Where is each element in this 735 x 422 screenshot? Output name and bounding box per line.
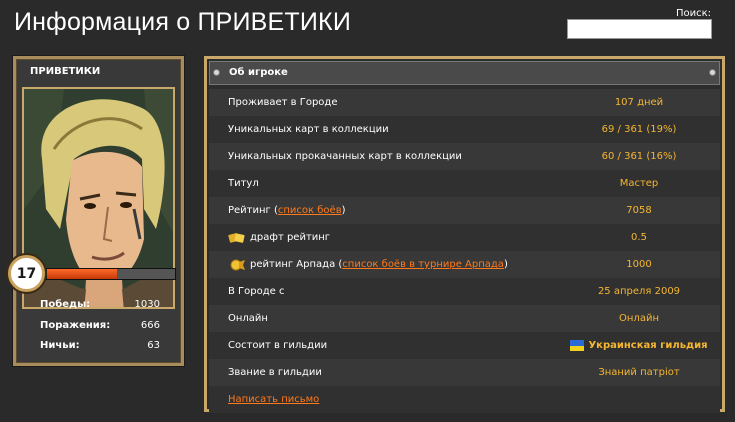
arpad-battle-list-link[interactable]: список боёв в турнире Арпада — [342, 259, 504, 270]
xp-bar-fill — [47, 269, 118, 279]
stat-wins: Победы: 1030 — [40, 299, 160, 310]
stat-label: Ничьи: — [40, 340, 80, 351]
info-key-text: ) — [503, 259, 508, 270]
info-key: Звание в гильдии — [228, 367, 322, 378]
info-value: 7058 — [626, 205, 652, 216]
rivet-icon — [213, 69, 220, 76]
info-key: Проживает в Городе — [228, 97, 338, 108]
info-key: Уникальных прокачанных карт в коллекции — [228, 151, 462, 162]
info-key-text: Рейтинг ( — [228, 205, 278, 216]
page-title: Информация о ПРИВЕТИКИ — [14, 8, 351, 36]
info-key: Написать письмо — [228, 394, 319, 405]
ukraine-flag-icon — [570, 340, 585, 351]
search-input[interactable] — [567, 19, 712, 39]
info-key: В Городе с — [228, 286, 285, 297]
info-value: Онлайн — [619, 313, 659, 324]
guild-name: Украинская гильдия — [588, 340, 708, 351]
info-row-lived: Проживает в Городе 107 дней — [209, 89, 720, 116]
info-row-online: Онлайн Онлайн — [209, 305, 720, 332]
rivet-icon — [709, 69, 716, 76]
draft-icon — [228, 232, 245, 243]
info-row-rating: Рейтинг ( список боёв ) 7058 — [209, 197, 720, 224]
stat-losses: Поражения: 666 — [40, 320, 160, 331]
info-row-title: Титул Мастер — [209, 170, 720, 197]
info-row-unique-cards: Уникальных карт в коллекции 69 / 361 (19… — [209, 116, 720, 143]
xp-bar — [46, 268, 176, 280]
info-value: 107 дней — [614, 97, 664, 108]
profile-name: ПРИВЕТИКИ — [30, 66, 101, 77]
info-value: 25 апреля 2009 — [597, 286, 681, 297]
info-key-text: ) — [341, 205, 346, 216]
info-row-guild: Состоит в гильдии Украинская гильдия — [209, 332, 720, 359]
info-key: Уникальных карт в коллекции — [228, 124, 389, 135]
info-row-arpad-rating: рейтинг Арпада ( список боёв в турнире А… — [209, 251, 720, 278]
level-badge: 17 — [8, 255, 45, 292]
info-key: Состоит в гильдии — [228, 340, 328, 351]
stat-draws: Ничьи: 63 — [40, 340, 160, 351]
info-key-text: драфт рейтинг — [250, 232, 331, 243]
search-label: Поиск: — [676, 8, 712, 19]
info-key-text: рейтинг Арпада ( — [250, 259, 343, 270]
info-row-upgraded-cards: Уникальных прокачанных карт в коллекции … — [209, 143, 720, 170]
about-title: Об игроке — [229, 67, 288, 78]
info-row-write-letter: Написать письмо — [209, 386, 720, 413]
stat-value: 63 — [147, 340, 160, 351]
info-key: Рейтинг ( список боёв ) — [228, 205, 346, 216]
info-value: 1000 — [626, 259, 652, 270]
info-row-draft-rating: драфт рейтинг 0.5 — [209, 224, 720, 251]
stat-value: 1030 — [134, 299, 160, 310]
info-value: 69 / 361 (19%) — [601, 124, 677, 135]
info-row-since: В Городе с 25 апреля 2009 — [209, 278, 720, 305]
info-value: Мастер — [619, 178, 659, 189]
about-panel: Об игроке Проживает в Городе 107 дней Ун… — [204, 56, 725, 413]
info-key: рейтинг Арпада ( список боёв в турнире А… — [228, 259, 508, 271]
info-value: Знаний патріот — [598, 367, 680, 378]
info-value: 0.5 — [631, 232, 647, 243]
info-key: Онлайн — [228, 313, 268, 324]
info-row-guild-rank: Звание в гильдии Знаний патріот — [209, 359, 720, 386]
info-key: Титул — [228, 178, 259, 189]
profile-card: ПРИВЕТИКИ 17 Победы: 1030 Поражения: 666… — [8, 56, 184, 366]
stat-label: Победы: — [40, 299, 91, 310]
info-key: драфт рейтинг — [228, 232, 330, 244]
write-letter-link[interactable]: Написать письмо — [228, 394, 319, 405]
battle-list-link[interactable]: список боёв — [278, 205, 342, 216]
about-rows: Проживает в Городе 107 дней Уникальных к… — [209, 89, 720, 413]
info-value: 60 / 361 (16%) — [601, 151, 677, 162]
arpad-icon — [230, 259, 245, 270]
guild-link[interactable]: Украинская гильдия — [509, 340, 735, 351]
stat-value: 666 — [140, 320, 160, 331]
about-header: Об игроке — [209, 61, 720, 85]
stat-label: Поражения: — [40, 320, 111, 331]
